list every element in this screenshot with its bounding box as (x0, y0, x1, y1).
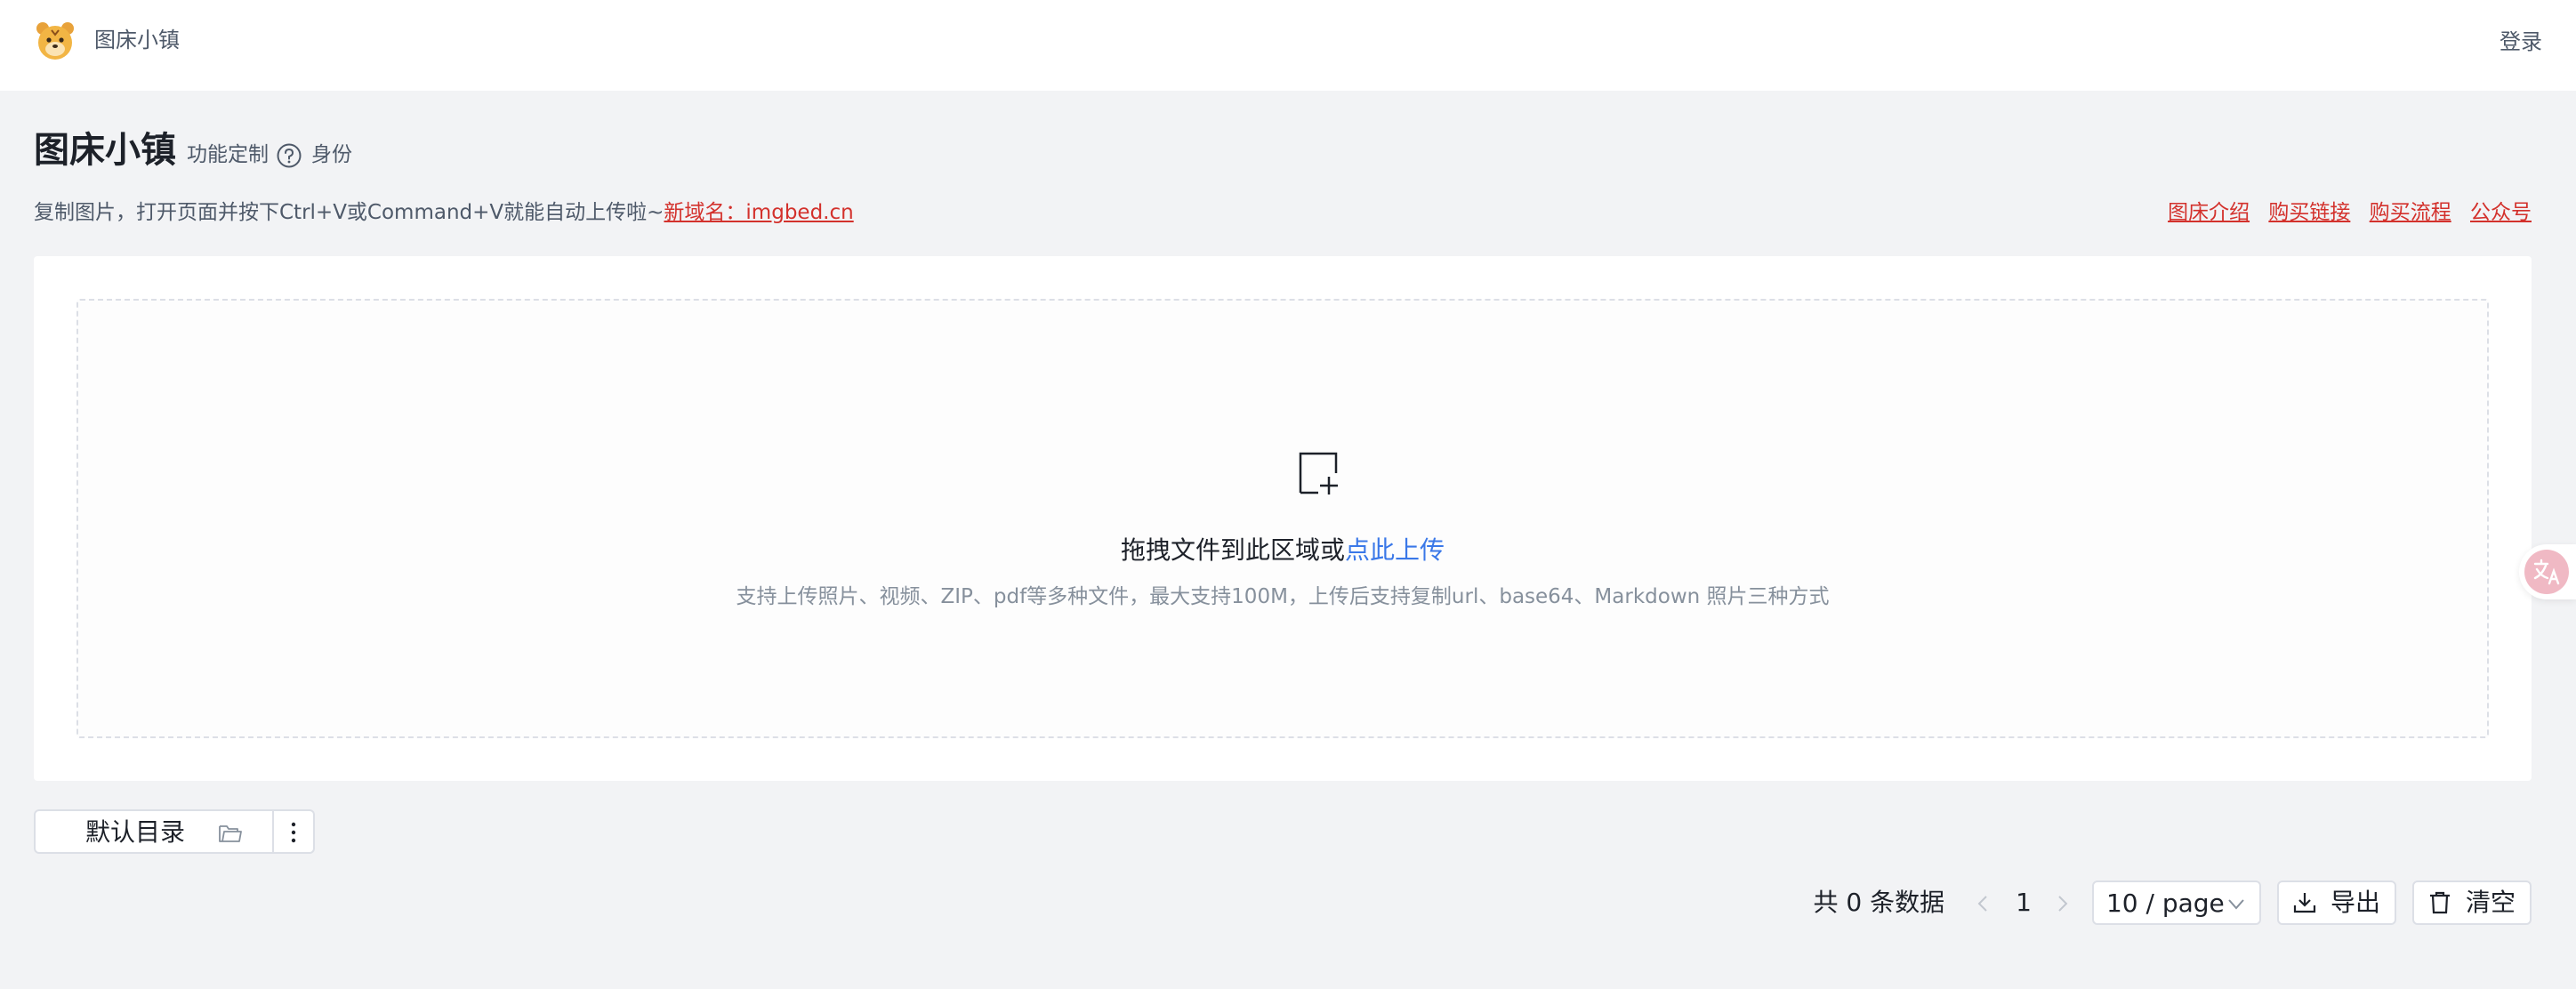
upload-card: 拖拽文件到此区域或点此上传 支持上传照片、视频、ZIP、pdf等多种文件，最大支… (34, 256, 2532, 781)
header-links: 图床介绍 购买链接 购买流程 公众号 (2155, 197, 2532, 228)
drag-text: 拖拽文件到此区域或 (1120, 535, 1345, 565)
export-button[interactable]: 导出 (2276, 880, 2396, 925)
translate-widget[interactable] (2519, 544, 2576, 599)
download-icon (2293, 893, 2316, 913)
feature-custom-link[interactable]: 功能定制 (187, 137, 269, 173)
login-link[interactable]: 登录 (2500, 27, 2542, 57)
upload-hint: 支持上传照片、视频、ZIP、pdf等多种文件，最大支持100M，上传后支持复制u… (736, 585, 1830, 608)
directory-selector: 默认目录 (34, 809, 315, 854)
clear-label: 清空 (2465, 888, 2516, 917)
prev-page-button[interactable] (1971, 880, 1996, 925)
page-size-select[interactable]: 10 / page (2091, 880, 2261, 925)
identity-link[interactable]: 身份 (311, 137, 352, 173)
folder-icon (219, 825, 242, 842)
trash-icon (2429, 891, 2450, 914)
buy-link[interactable]: 购买链接 (2268, 201, 2350, 224)
chevron-down-icon (2228, 899, 2244, 910)
upload-dropzone[interactable]: 拖拽文件到此区域或点此上传 支持上传照片、视频、ZIP、pdf等多种文件，最大支… (76, 299, 2489, 738)
page-size-label: 10 / page (2105, 888, 2225, 918)
subtitle-description: 复制图片，打开页面并按下Ctrl+V或Command+V就能自动上传啦~ (34, 201, 664, 224)
title-row: 图床小镇 功能定制 身份 (34, 128, 352, 173)
chevron-left-icon (1977, 896, 1987, 912)
total-count: 共 0 条数据 (1813, 888, 1945, 917)
next-page-button[interactable] (2051, 880, 2076, 925)
buy-process-link[interactable]: 购买流程 (2370, 201, 2451, 224)
intro-link[interactable]: 图床介绍 (2168, 201, 2250, 224)
click-upload-link[interactable]: 点此上传 (1345, 535, 1445, 565)
page-number[interactable]: 1 (1996, 880, 2051, 925)
brand-name: 图床小镇 (94, 28, 180, 52)
top-navbar: 图床小镇 登录 (0, 0, 2576, 91)
directory-label: 默认目录 (85, 817, 186, 847)
directory-more-button[interactable] (274, 809, 315, 854)
new-domain-link[interactable]: 新域名：imgbed.cn (664, 201, 853, 224)
directory-select[interactable]: 默认目录 (34, 809, 274, 854)
pagination: 共 0 条数据 1 10 / page 导出 清空 (1814, 880, 2532, 925)
file-add-icon (1299, 452, 1338, 494)
clear-button[interactable]: 清空 (2411, 880, 2532, 925)
translate-icon (2524, 550, 2569, 594)
official-account-link[interactable]: 公众号 (2470, 201, 2532, 224)
more-vertical-icon (291, 822, 296, 843)
tiger-logo-icon[interactable] (34, 20, 76, 62)
export-label: 导出 (2330, 888, 2380, 917)
chevron-right-icon (2058, 896, 2068, 912)
help-icon[interactable] (276, 142, 302, 169)
subtitle-text: 复制图片，打开页面并按下Ctrl+V或Command+V就能自动上传啦~新域名：… (34, 197, 854, 228)
upload-instruction: 拖拽文件到此区域或点此上传 (78, 534, 2487, 567)
page-title: 图床小镇 (34, 130, 176, 171)
